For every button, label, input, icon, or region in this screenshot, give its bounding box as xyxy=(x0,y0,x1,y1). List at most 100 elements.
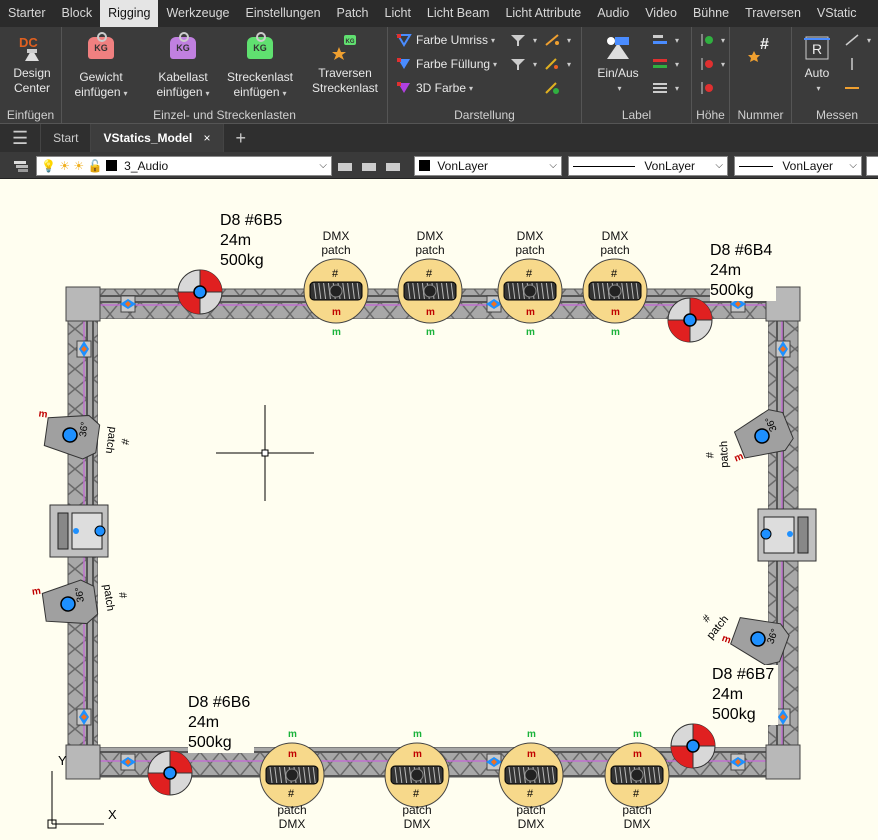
panel-title-nummer: Nummer xyxy=(737,108,784,122)
layer-viewport-icon: ☀ xyxy=(73,159,85,173)
layer-manager-icon[interactable] xyxy=(12,157,30,175)
ribbon-tab-block[interactable]: Block xyxy=(54,0,101,27)
label-tool-2[interactable]: ▾ xyxy=(652,57,679,71)
darstellung-tool-4[interactable]: ▾ xyxy=(544,57,571,71)
motor-6b5-id: D8 #6B5 xyxy=(220,212,283,229)
color-swatch xyxy=(419,160,430,171)
ribbon-tab-einstellungen[interactable]: Einstellungen xyxy=(237,0,328,27)
panel-title-label: Label xyxy=(621,108,652,122)
lineweight-dropdown[interactable]: VonLayer ⌵ xyxy=(734,156,862,176)
messen-auto-button[interactable]: R Auto ▾ xyxy=(796,33,838,96)
design-center-button[interactable]: DC Design Center xyxy=(6,33,58,96)
panel-messen: R Auto ▾ ▾ Messen xyxy=(792,27,878,123)
hoehe-delete-button[interactable] xyxy=(698,81,718,95)
label-tool-3[interactable]: ▾ xyxy=(652,81,679,95)
messen-tool-1[interactable]: ▾ xyxy=(844,33,871,47)
fixture-level-4: m xyxy=(611,327,620,338)
hoehe-remove-button[interactable]: ▾ xyxy=(698,57,725,71)
farbe-fuellung-button[interactable]: Farbe Füllung ▾ xyxy=(396,57,497,71)
lineweight-value: VonLayer xyxy=(782,159,834,173)
drawing-canvas[interactable]: Y X # m m # m m # m m # m m # m m # m m # m m # m m 36° m # patch 3… xyxy=(0,179,878,840)
svg-text:DC: DC xyxy=(19,35,38,50)
kabellast-einfuegen-button[interactable]: KG Kabellast einfügen ▾ xyxy=(150,32,216,101)
darstellung-tool-3[interactable]: ▾ xyxy=(510,57,537,71)
design-center-label-1: Design xyxy=(13,66,51,80)
tab-vstatics-model[interactable]: VStatics_Model × xyxy=(91,124,224,152)
kabellast-label-2: einfügen ▾ xyxy=(156,85,210,99)
svg-text:KG: KG xyxy=(346,39,355,45)
streckenlast-label-2: einfügen ▾ xyxy=(233,85,287,99)
label-ein-aus-button[interactable]: Ein/Aus ▾ xyxy=(590,33,646,96)
darstellung-tool-5[interactable] xyxy=(544,81,564,95)
svg-text:X: X xyxy=(108,807,117,822)
ribbon-tab-video[interactable]: Video xyxy=(637,0,685,27)
motor-1[interactable] xyxy=(177,269,223,315)
motor-6b4-length: 24m xyxy=(710,262,742,279)
document-tab-bar: ☰ Start VStatics_Model × + xyxy=(0,124,878,152)
motor-2[interactable] xyxy=(667,297,713,343)
motor-4[interactable] xyxy=(670,723,716,769)
new-tab-button[interactable]: + xyxy=(224,124,259,152)
nummer-button[interactable]: # xyxy=(734,33,788,66)
ribbon-tab-rigging[interactable]: Rigging xyxy=(100,0,159,27)
fixture-level-1: m xyxy=(332,327,341,338)
measure-vertical-icon xyxy=(844,57,860,71)
panel-title-einfuegen: Einfügen xyxy=(6,108,55,122)
motor-3[interactable] xyxy=(147,750,193,796)
ribbon-tab-licht-beam[interactable]: Licht Beam xyxy=(419,0,498,27)
motor-label-6b7: D8 #6B7 24m 500kg xyxy=(712,665,779,725)
menu-hamburger-icon[interactable]: ☰ xyxy=(0,124,42,152)
label-list-icon xyxy=(652,81,668,95)
layer-dropdown[interactable]: 💡 ☀ ☀ 🔓 3_Audio ⌵ xyxy=(36,156,332,176)
ribbon-tab-licht-attribute[interactable]: Licht Attribute xyxy=(497,0,589,27)
fixture-label-top-1: DMX patch xyxy=(321,229,351,257)
streckenlast-einfuegen-button[interactable]: KG Streckenlast einfügen ▾ xyxy=(222,32,298,101)
measure-auto-icon: R xyxy=(802,33,832,63)
label-ein-aus-label: Ein/Aus xyxy=(597,66,639,80)
ribbon-tab-audio[interactable]: Audio xyxy=(589,0,637,27)
check-beam-icon xyxy=(544,81,560,95)
ribbon-tab-vstatic[interactable]: VStatic xyxy=(809,0,865,27)
ribbon-tab-bühne[interactable]: Bühne xyxy=(685,0,737,27)
plotstyle-dropdown[interactable] xyxy=(866,156,878,176)
fixture-level-6: m xyxy=(413,729,422,740)
hoehe-add-button[interactable]: ▾ xyxy=(698,33,725,47)
darstellung-tool-2[interactable]: ▾ xyxy=(544,33,571,47)
close-tab-icon[interactable]: × xyxy=(204,131,211,145)
fixture-mark-8: m xyxy=(633,749,642,760)
panel-title-messen: Messen xyxy=(815,108,859,122)
coupler-9 xyxy=(730,753,746,771)
ribbon-tab-werkzeuge[interactable]: Werkzeuge xyxy=(158,0,237,27)
fixture-label-bottom-3: patch DMX xyxy=(516,803,546,831)
farbe-3d-button[interactable]: 3D Farbe ▾ xyxy=(396,81,473,95)
ribbon-tab-traversen[interactable]: Traversen xyxy=(737,0,809,27)
layer-tools-icons[interactable] xyxy=(336,157,406,175)
fixture-level-3: m xyxy=(526,327,535,338)
ribbon-tab-licht[interactable]: Licht xyxy=(377,0,419,27)
motor-6b5-length: 24m xyxy=(220,232,252,249)
farbe-umriss-button[interactable]: Farbe Umriss ▾ xyxy=(396,33,495,47)
messen-tool-2[interactable] xyxy=(844,57,864,71)
messen-tool-3[interactable] xyxy=(844,81,864,95)
gewicht-einfuegen-button[interactable]: KG Gewicht einfügen ▾ xyxy=(70,32,132,101)
fixture-level-7: m xyxy=(527,729,536,740)
svg-text:#: # xyxy=(760,36,769,53)
traversen-streckenlast-button[interactable]: KG Traversen Streckenlast xyxy=(308,33,382,96)
fixture-level-8: m xyxy=(633,729,642,740)
ribbon-tab-patch[interactable]: Patch xyxy=(329,0,377,27)
color-dropdown[interactable]: VonLayer ⌵ xyxy=(414,156,562,176)
ribbon-tab-starter[interactable]: Starter xyxy=(0,0,54,27)
traversen-label-2: Streckenlast xyxy=(311,81,379,95)
ribbon-tab-bar: Starter Block Rigging Werkzeuge Einstellunge… xyxy=(0,0,878,27)
panel-label: Ein/Aus ▾ ▾ ▾ ▾ Label xyxy=(582,27,692,123)
darstellung-tool-1[interactable]: ▾ xyxy=(510,33,537,47)
motor-6b6-load: 500kg xyxy=(188,734,232,751)
fixture-mark-4: m xyxy=(611,307,620,318)
tab-start[interactable]: Start xyxy=(41,124,92,152)
fixture-hash-1: # xyxy=(332,268,339,280)
streckenlast-label-1: Streckenlast xyxy=(226,70,294,84)
linetype-dropdown[interactable]: VonLayer ⌵ xyxy=(568,156,728,176)
motor-label-6b5: D8 #6B5 24m 500kg xyxy=(220,211,282,271)
label-tool-1[interactable]: ▾ xyxy=(652,33,679,47)
fixture-mark-3: m xyxy=(526,307,535,318)
